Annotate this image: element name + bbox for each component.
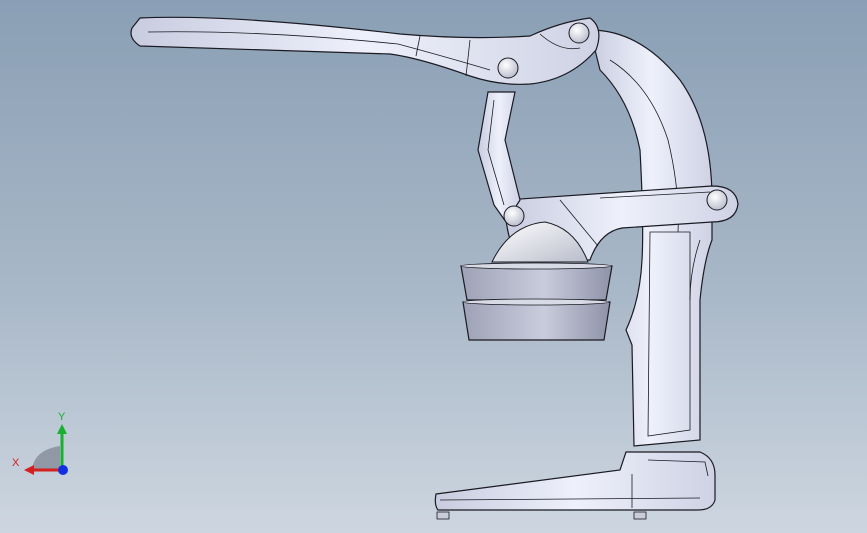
pivot-linkage	[503, 205, 525, 227]
cad-viewport[interactable]: Y X	[0, 0, 867, 533]
lower-cup	[462, 298, 611, 341]
x-axis-arrow-icon	[24, 465, 34, 475]
linkage-bar	[477, 91, 521, 224]
upper-cup	[460, 262, 613, 301]
column	[589, 29, 713, 447]
triad-plane-indicator	[32, 446, 60, 470]
x-axis-label: X	[12, 457, 20, 469]
juicer-model[interactable]	[0, 0, 867, 533]
pivot-top	[568, 22, 590, 44]
y-axis-label: Y	[58, 411, 66, 423]
pivot-lever	[497, 57, 519, 79]
base-plate	[434, 451, 716, 520]
pivot-arm	[706, 189, 728, 211]
lever-handle	[130, 16, 600, 85]
z-axis-dot-icon	[58, 465, 68, 475]
view-orientation-triad: Y X	[12, 411, 68, 475]
y-axis-arrow-icon	[57, 424, 67, 434]
